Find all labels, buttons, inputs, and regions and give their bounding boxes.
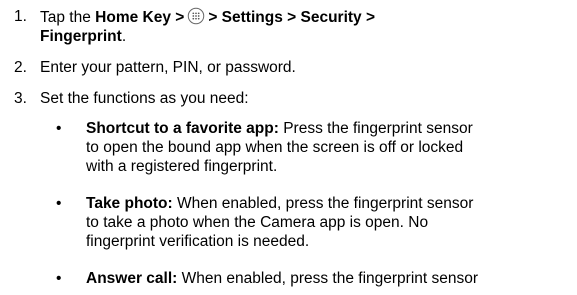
bullet-text: Take photo: When enabled, press the fing… xyxy=(86,194,556,251)
bullet-line: to take a photo when the Camera app is o… xyxy=(86,214,429,231)
step-text: Enter your pattern, PIN, or password. xyxy=(40,59,296,76)
bullet-line: When enabled, press the fingerprint sens… xyxy=(181,270,479,287)
bullet-symbol: • xyxy=(56,270,62,287)
instruction-document: 1. Tap the Home Key > > Settings > Secur… xyxy=(0,0,577,295)
apps-grid-icon xyxy=(188,7,205,25)
step-text: Tap the Home Key > > Settings > Security… xyxy=(40,7,560,46)
bullet-line: to open the bound app when the screen is… xyxy=(86,139,464,156)
home-key-label: Home Key > xyxy=(95,9,185,26)
bullet-line: with a registered fingerprint. xyxy=(86,158,278,175)
bullet-line: Press the fingerprint sensor xyxy=(283,120,473,137)
bullet-title: Answer call: xyxy=(86,270,178,287)
fingerprint-label: Fingerprint xyxy=(40,28,122,45)
step-number: 1. xyxy=(14,8,27,25)
bullet-title: Take photo: xyxy=(86,195,173,212)
settings-path-label: > Settings > Security > xyxy=(208,9,376,26)
bullet-symbol: • xyxy=(56,195,62,212)
step-text: Set the functions as you need: xyxy=(40,90,249,107)
bullet-line: When enabled, press the fingerprint sens… xyxy=(177,195,474,212)
bullet-text: Shortcut to a favorite app: Press the fi… xyxy=(86,119,556,176)
bullet-line: fingerprint verification is needed. xyxy=(86,233,310,250)
step-text-lead: Tap the xyxy=(40,9,96,26)
step-number: 2. xyxy=(14,59,27,76)
bullet-symbol: • xyxy=(56,120,62,137)
bullet-text: Answer call: When enabled, press the fin… xyxy=(86,269,556,288)
step-text-end: . xyxy=(121,28,127,45)
bullet-title: Shortcut to a favorite app: xyxy=(86,120,279,137)
step-number: 3. xyxy=(14,90,27,107)
